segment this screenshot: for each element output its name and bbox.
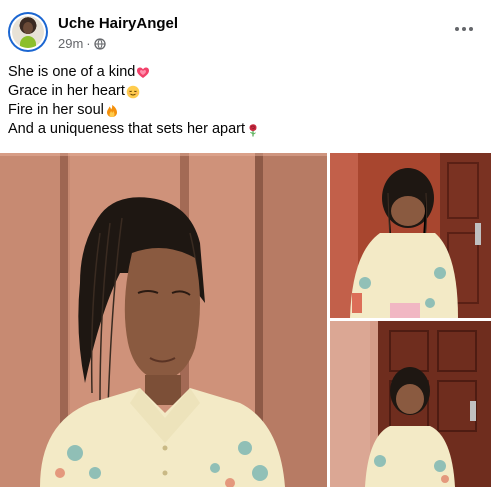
main-photo-illustration — [0, 153, 327, 487]
post-caption: She is one of a kind Grace in her heart … — [8, 63, 260, 139]
photo-grid — [0, 153, 491, 487]
caption-text: Fire in her soul — [8, 102, 104, 118]
caption-line: Fire in her soul — [8, 101, 260, 120]
facebook-post: Uche HairyAngel 29m · She is one of a ki… — [0, 0, 491, 487]
globe-icon[interactable] — [93, 37, 106, 50]
top-right-photo-illustration — [330, 153, 491, 318]
bottom-right-photo-illustration — [330, 321, 491, 487]
avatar-photo — [12, 16, 44, 48]
meta-separator: · — [86, 36, 91, 51]
main-photo[interactable] — [0, 153, 327, 487]
rose-icon — [249, 123, 257, 136]
avatar[interactable] — [8, 12, 48, 52]
caption-line: Grace in her heart — [8, 82, 260, 101]
caption-line: She is one of a kind — [8, 63, 260, 82]
post-meta: 29m · — [58, 36, 106, 51]
author-name[interactable]: Uche HairyAngel — [58, 15, 178, 32]
top-right-photo[interactable] — [330, 153, 491, 318]
relieved-face-icon — [126, 85, 140, 98]
caption-text: Grace in her heart — [8, 83, 125, 99]
caption-line: And a uniqueness that sets her apart — [8, 120, 260, 139]
caption-text: And a uniqueness that sets her apart — [8, 121, 245, 137]
caption-text: She is one of a kind — [8, 64, 136, 80]
sparkling-heart-icon — [137, 67, 150, 78]
more-options-icon[interactable] — [455, 22, 475, 36]
bottom-right-photo[interactable] — [330, 321, 491, 487]
fire-icon — [106, 104, 117, 117]
post-time[interactable]: 29m — [58, 36, 83, 51]
